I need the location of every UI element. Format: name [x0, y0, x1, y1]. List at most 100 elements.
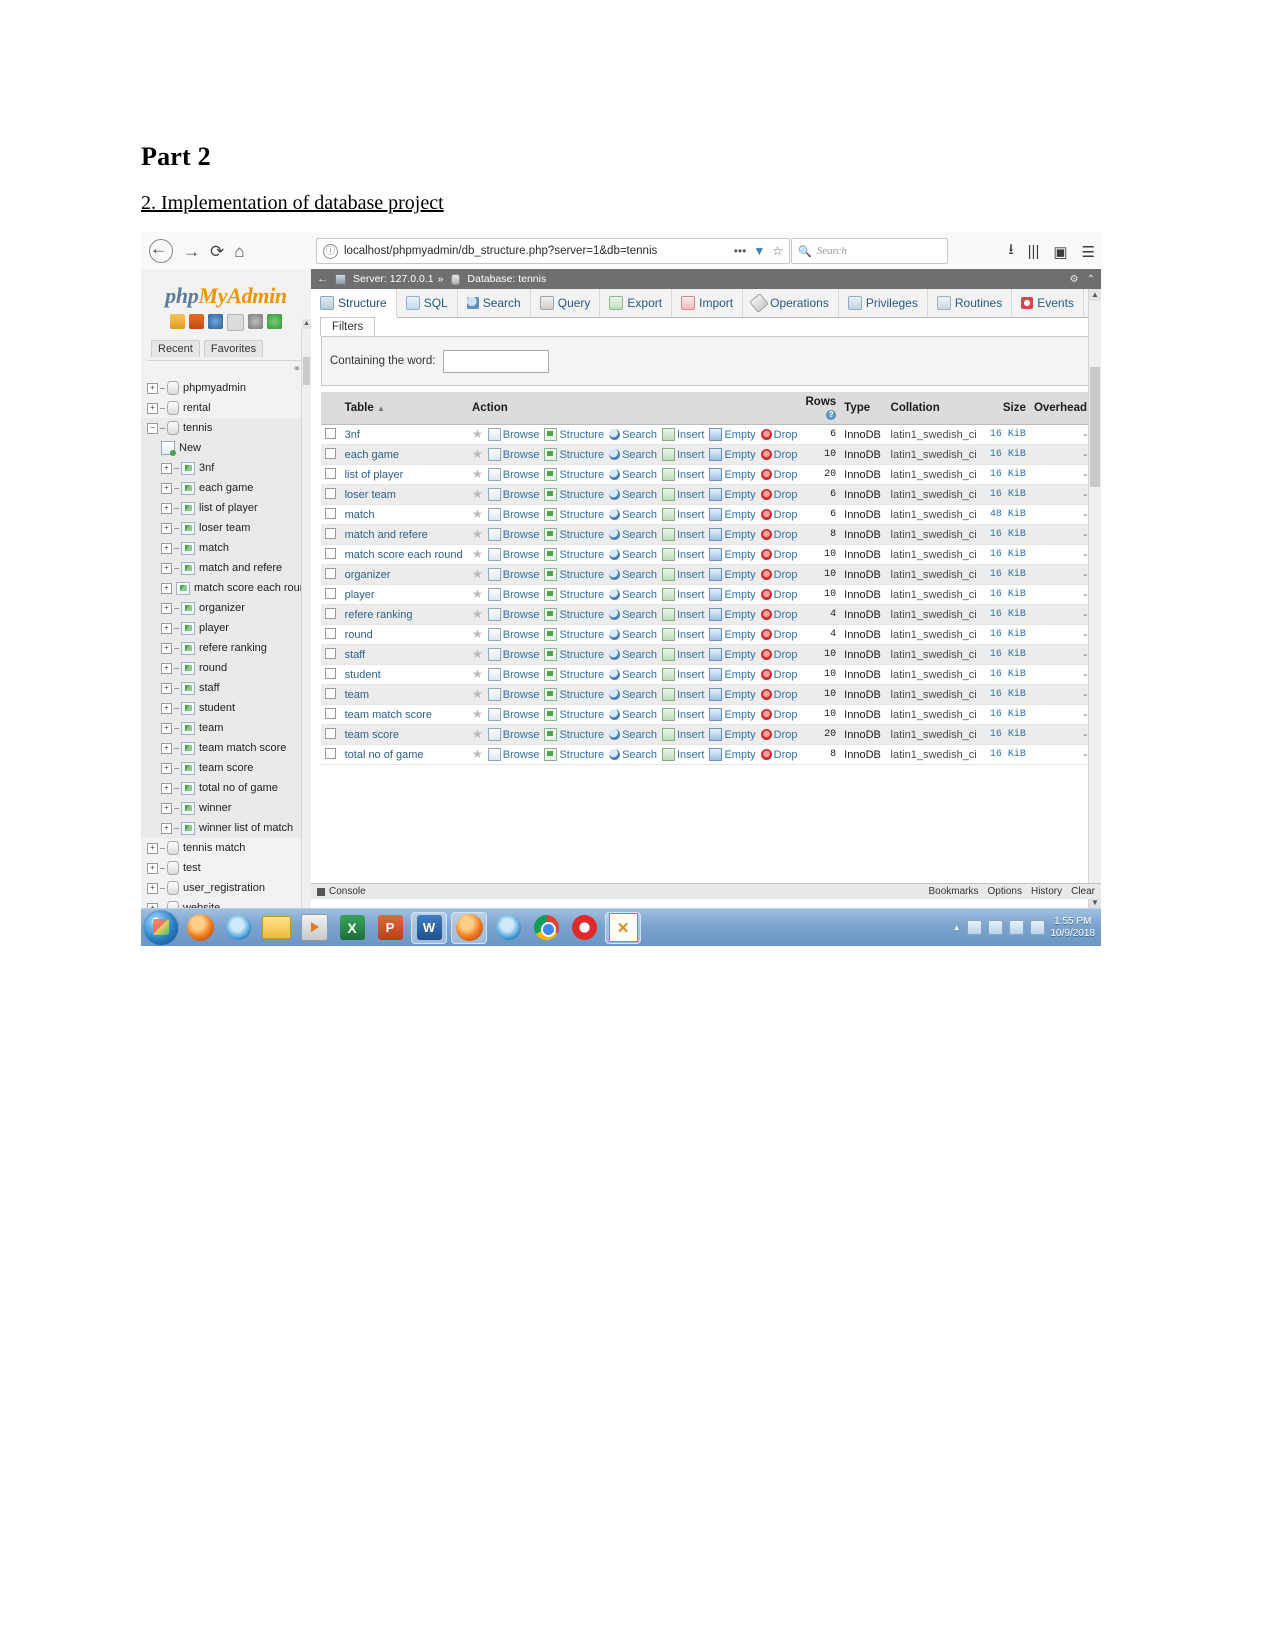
action-insert[interactable]: Insert	[661, 588, 704, 601]
row-checkbox-cell[interactable]	[321, 744, 341, 765]
taskbar-excel-icon[interactable]: X	[335, 913, 369, 943]
expand-icon[interactable]: +	[147, 382, 158, 394]
row-checkbox-cell[interactable]	[321, 464, 341, 485]
action-search[interactable]: Search	[609, 749, 657, 761]
action-search[interactable]: Search	[609, 469, 657, 481]
console-options-link[interactable]: Options	[988, 886, 1022, 897]
row-checkbox-cell[interactable]	[321, 524, 341, 545]
row-checkbox-cell[interactable]	[321, 704, 341, 725]
tab-operations[interactable]: Operations	[743, 289, 839, 317]
table-row[interactable]: match ★ Browse Structure Search Insert Empty Dr…	[321, 504, 1091, 525]
expand-icon[interactable]: +	[161, 482, 172, 494]
cell-size[interactable]: 16 KiB	[983, 644, 1030, 665]
action-structure[interactable]: Structure	[544, 628, 604, 641]
action-structure[interactable]: Structure	[544, 568, 604, 581]
table-row[interactable]: refere ranking ★ Browse Structure Search Inse…	[321, 604, 1091, 625]
action-insert[interactable]: Insert	[661, 548, 704, 561]
action-structure[interactable]: Structure	[544, 748, 604, 761]
action-structure[interactable]: Structure	[544, 648, 604, 661]
table-row[interactable]: round ★ Browse Structure Search Insert Empty Dr…	[321, 624, 1091, 645]
taskbar-folder-icon[interactable]	[259, 913, 293, 943]
reload-icon[interactable]: ⟳	[210, 243, 224, 260]
action-browse[interactable]: Browse	[487, 468, 539, 481]
row-checkbox-cell[interactable]	[321, 544, 341, 565]
tree-item-phpmyadmin[interactable]: + phpmyadmin	[141, 378, 311, 398]
tree-item-each-game[interactable]: + each game	[141, 478, 311, 498]
row-checkbox[interactable]	[325, 708, 336, 719]
action-structure[interactable]: Structure	[544, 708, 604, 721]
taskbar-firefox-window[interactable]	[451, 911, 487, 944]
taskbar-internet-explorer-icon[interactable]	[221, 913, 255, 943]
table-row[interactable]: student ★ Browse Structure Search Insert Empty…	[321, 664, 1091, 685]
action-structure[interactable]: Structure	[544, 608, 604, 621]
cell-size[interactable]: 16 KiB	[983, 444, 1030, 465]
cell-table-name[interactable]: refere ranking	[340, 604, 468, 625]
tree-item-list-of-player[interactable]: + list of player	[141, 498, 311, 518]
tree-item-team-match-score[interactable]: + team match score	[141, 738, 311, 758]
table-row[interactable]: 3nf ★ Browse Structure Search Insert Empty Drop…	[321, 424, 1091, 445]
action-browse[interactable]: Browse	[487, 748, 539, 761]
row-checkbox[interactable]	[325, 428, 336, 439]
row-checkbox[interactable]	[325, 508, 336, 519]
back-arrow-icon[interactable]: ←	[317, 273, 328, 285]
cell-table-name[interactable]: loser team	[340, 484, 468, 505]
tab-events[interactable]: Events	[1012, 289, 1084, 317]
column-header-table[interactable]: Table ▲	[340, 392, 468, 425]
action-structure[interactable]: Structure	[544, 428, 604, 441]
favorite-star-icon[interactable]: ★	[472, 548, 483, 560]
console-bookmarks-link[interactable]: Bookmarks	[928, 886, 978, 897]
page-actions-icon[interactable]: •••	[734, 244, 747, 258]
favorite-star-icon[interactable]: ★	[472, 748, 483, 760]
action-drop[interactable]: Drop	[760, 669, 798, 681]
row-checkbox[interactable]	[325, 528, 336, 539]
row-checkbox-cell[interactable]	[321, 644, 341, 665]
tray-signal-icon[interactable]	[1008, 920, 1024, 935]
favorite-star-icon[interactable]: ★	[472, 668, 483, 680]
action-search[interactable]: Search	[609, 489, 657, 501]
favorite-star-icon[interactable]: ★	[472, 608, 483, 620]
action-search[interactable]: Search	[609, 569, 657, 581]
cell-table-name[interactable]: team match score	[340, 704, 468, 725]
tree-item-tennis[interactable]: − tennis	[141, 418, 311, 438]
favorite-star-icon[interactable]: ★	[472, 648, 483, 660]
action-drop[interactable]: Drop	[760, 509, 798, 521]
tab-structure[interactable]: Structure	[311, 289, 397, 318]
tree-item-New[interactable]: New	[141, 438, 311, 458]
tree-item-test[interactable]: + test	[141, 858, 311, 878]
tree-item-team-score[interactable]: + team score	[141, 758, 311, 778]
action-structure[interactable]: Structure	[544, 588, 604, 601]
action-empty[interactable]: Empty	[709, 588, 756, 601]
action-browse[interactable]: Browse	[487, 708, 539, 721]
action-insert[interactable]: Insert	[661, 468, 704, 481]
action-drop[interactable]: Drop	[760, 709, 798, 721]
action-insert[interactable]: Insert	[661, 488, 704, 501]
collapse-icon[interactable]: −	[147, 422, 158, 434]
favorite-star-icon[interactable]: ★	[472, 628, 483, 640]
scroll-up-icon[interactable]: ▲	[1089, 289, 1101, 301]
action-empty[interactable]: Empty	[709, 688, 756, 701]
expand-icon[interactable]: +	[161, 822, 172, 834]
action-structure[interactable]: Structure	[544, 728, 604, 741]
taskbar-clock[interactable]: 1:55 PM 10/9/2018	[1051, 916, 1096, 940]
taskbar-xampp-icon[interactable]: ✕	[605, 911, 641, 944]
tree-item-3nf[interactable]: +3nf	[141, 458, 311, 478]
forward-icon[interactable]: →	[183, 243, 200, 260]
action-empty[interactable]: Empty	[709, 568, 756, 581]
action-browse[interactable]: Browse	[487, 628, 539, 641]
action-drop[interactable]: Drop	[760, 649, 798, 661]
tree-item-organizer[interactable]: + organizer	[141, 598, 311, 618]
action-drop[interactable]: Drop	[760, 469, 798, 481]
row-checkbox-cell[interactable]	[321, 664, 341, 685]
action-search[interactable]: Search	[609, 649, 657, 661]
tree-item-winner[interactable]: + winner	[141, 798, 311, 818]
expand-icon[interactable]: +	[161, 582, 172, 594]
refresh-icon[interactable]	[267, 314, 282, 329]
console-bar[interactable]: Console Bookmarks Options History Clear	[311, 883, 1101, 899]
column-header-overhead[interactable]: Overhead	[1029, 392, 1091, 425]
cell-size[interactable]: 16 KiB	[983, 544, 1030, 565]
expand-icon[interactable]: +	[147, 842, 158, 854]
action-empty[interactable]: Empty	[709, 488, 756, 501]
tree-item-user-registration[interactable]: + user_registration	[141, 878, 311, 898]
row-checkbox-cell[interactable]	[321, 444, 341, 465]
action-empty[interactable]: Empty	[709, 508, 756, 521]
